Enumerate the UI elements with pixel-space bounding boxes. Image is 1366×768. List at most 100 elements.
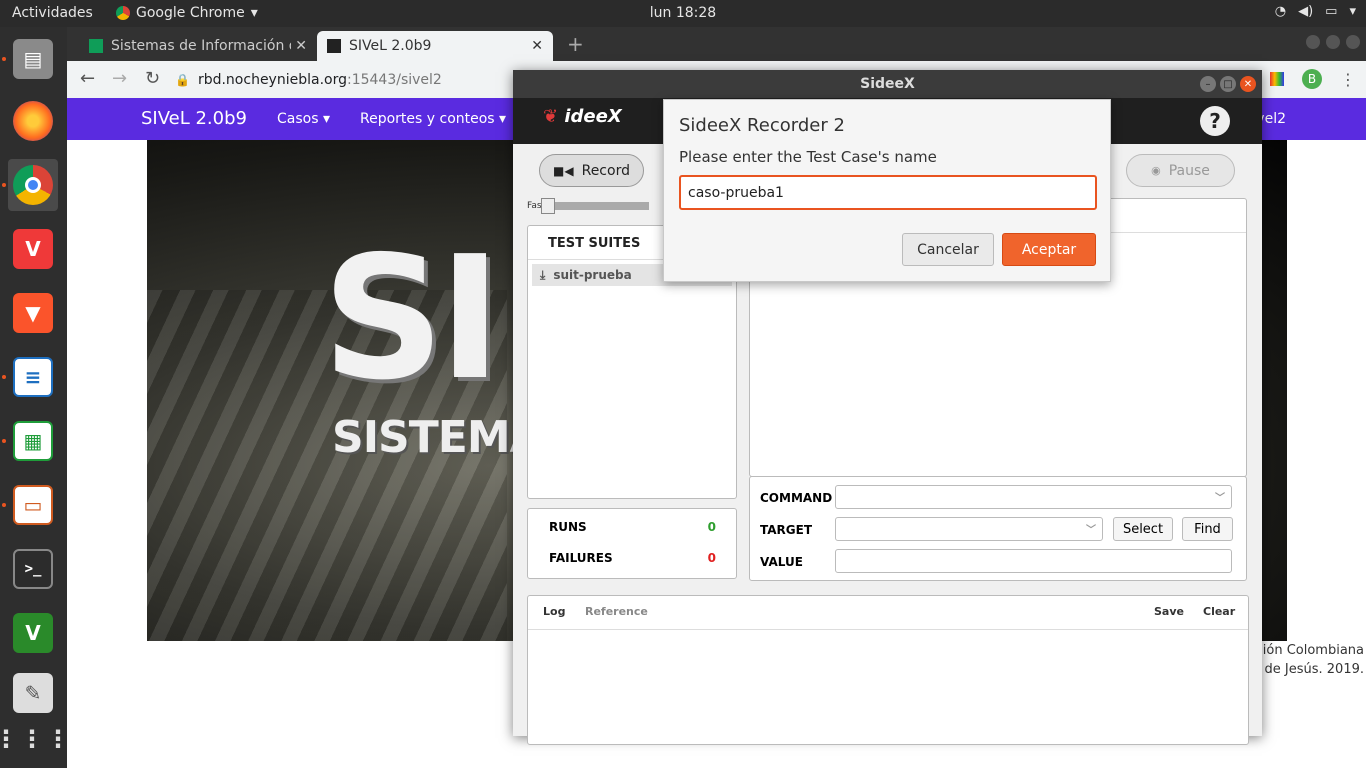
dock-files[interactable]: ▤ xyxy=(8,33,58,85)
profile-avatar[interactable]: B xyxy=(1302,69,1322,89)
close-window-icon[interactable]: ✕ xyxy=(1240,76,1256,92)
chevron-down-icon: ▾ xyxy=(1349,4,1356,19)
speed-track xyxy=(541,198,650,214)
dock-firefox[interactable] xyxy=(8,95,58,147)
app-menu[interactable]: Google Chrome ▾ xyxy=(116,5,258,21)
sheet-favicon-icon xyxy=(89,39,103,53)
maximize-icon[interactable]: □ xyxy=(1220,76,1236,92)
accept-button[interactable]: Aceptar xyxy=(1002,233,1096,266)
dock-calc[interactable]: ▦ xyxy=(8,415,58,467)
record-button[interactable]: ■◀ Record xyxy=(539,154,644,187)
command-label: COMMAND xyxy=(760,491,833,505)
sideex-title: SideeX xyxy=(860,76,915,92)
save-log-button[interactable]: Save xyxy=(1154,605,1184,618)
find-button[interactable]: Find xyxy=(1182,517,1233,541)
select-button[interactable]: Select xyxy=(1113,517,1173,541)
vivaldi-icon: V xyxy=(13,229,53,269)
maximize-icon[interactable] xyxy=(1326,35,1340,49)
system-tray[interactable]: ◔ ◀) ▭ ▾ xyxy=(1275,4,1356,19)
nav-reportes-label: Reportes y conteos xyxy=(360,111,495,127)
speed-knob[interactable] xyxy=(541,198,556,214)
speed-slider[interactable]: Fast xyxy=(527,198,650,214)
minimize-icon[interactable]: – xyxy=(1200,76,1216,92)
sideex-logo: ❦ ideeX xyxy=(543,106,622,127)
impress-icon: ▭ xyxy=(13,485,53,525)
dock-brave[interactable]: ▼ xyxy=(8,287,58,339)
command-panel: COMMAND ﹀ TARGET ﹀ Select Find VALUE xyxy=(749,476,1247,581)
url-host: rbd.nocheyniebla.org xyxy=(197,72,347,88)
activities-button[interactable]: Actividades xyxy=(12,5,93,21)
nav-casos-label: Casos xyxy=(277,111,319,127)
chrome-toolbar-right: B ⋮ xyxy=(1270,69,1356,89)
nav-casos[interactable]: Casos ▾ xyxy=(277,111,330,127)
reload-icon[interactable]: ↻ xyxy=(145,68,160,89)
app-grid-icon: ⋮⋮⋮ xyxy=(0,725,72,753)
target-select[interactable]: ﹀ xyxy=(835,517,1103,541)
new-tab-button[interactable]: + xyxy=(567,32,584,56)
nav-reportes[interactable]: Reportes y conteos ▾ xyxy=(360,111,506,127)
log-panel: Log Reference Save Clear xyxy=(527,595,1249,745)
help-button[interactable]: ? xyxy=(1200,106,1230,136)
command-select[interactable]: ﹀ xyxy=(835,485,1232,509)
kebab-menu-icon[interactable]: ⋮ xyxy=(1340,70,1356,89)
battery-icon: ▭ xyxy=(1325,4,1338,19)
pause-button[interactable]: ◉ Pause xyxy=(1126,154,1235,187)
running-indicator xyxy=(2,375,6,379)
running-indicator xyxy=(2,183,6,187)
test-case-name-input[interactable] xyxy=(679,175,1097,210)
extension-icon[interactable] xyxy=(1270,72,1284,86)
dock-vim[interactable]: V xyxy=(8,607,58,659)
sideex-window-controls: – □ ✕ xyxy=(1200,76,1256,92)
back-arrow-icon[interactable]: ← xyxy=(80,68,95,89)
value-input[interactable] xyxy=(835,549,1232,573)
site-brand[interactable]: SIVeL 2.0b9 xyxy=(141,108,247,129)
running-indicator xyxy=(2,439,6,443)
dock-terminal[interactable]: >_ xyxy=(8,543,58,595)
dock-chrome[interactable] xyxy=(8,159,58,211)
calc-icon: ▦ xyxy=(13,421,53,461)
cancel-button[interactable]: Cancelar xyxy=(902,233,994,266)
dock-text-editor[interactable]: ✎ xyxy=(8,667,58,719)
dock-writer[interactable]: ≡ xyxy=(8,351,58,403)
running-indicator xyxy=(2,57,6,61)
tab-sivel[interactable]: SIVeL 2.0b9 ✕ xyxy=(317,31,553,61)
dock-vivaldi[interactable]: V xyxy=(8,223,58,275)
runs-label: RUNS xyxy=(549,520,587,534)
pause-label: Pause xyxy=(1168,162,1210,179)
writer-icon: ≡ xyxy=(13,357,53,397)
minimize-icon[interactable] xyxy=(1306,35,1320,49)
dock-impress[interactable]: ▭ xyxy=(8,479,58,531)
tab-title: SIVeL 2.0b9 xyxy=(349,38,432,54)
failures-label: FAILURES xyxy=(549,551,613,565)
reference-tab[interactable]: Reference xyxy=(585,605,648,618)
address-bar[interactable]: 🔒 rbd.nocheyniebla.org:15443/sivel2 xyxy=(175,66,442,94)
close-tab-icon[interactable]: ✕ xyxy=(531,38,543,54)
clear-log-button[interactable]: Clear xyxy=(1203,605,1235,618)
sideex-titlebar[interactable]: SideeX xyxy=(513,70,1262,98)
close-tab-icon[interactable]: ✕ xyxy=(295,38,307,54)
dialog-title: SideeX Recorder 2 xyxy=(679,115,845,136)
clock[interactable]: lun 18:28 xyxy=(650,5,716,21)
record-label: Record xyxy=(581,162,630,179)
tab-sistemas[interactable]: Sistemas de Información d ✕ xyxy=(79,31,317,61)
lock-icon: 🔒 xyxy=(175,73,190,87)
dock-show-apps[interactable]: ⋮⋮⋮ xyxy=(0,713,72,765)
wifi-icon: ◔ xyxy=(1274,4,1287,19)
text-editor-icon: ✎ xyxy=(13,673,53,713)
failures-count: 0 xyxy=(707,551,716,565)
target-label: TARGET xyxy=(760,523,813,537)
files-icon: ▤ xyxy=(13,39,53,79)
download-icon: ⤓ xyxy=(540,268,546,282)
runs-panel: RUNS 0 FAILURES 0 xyxy=(527,508,737,579)
suite-name: suit-prueba xyxy=(553,268,632,282)
pause-icon: ◉ xyxy=(1151,164,1161,177)
vim-icon: V xyxy=(13,613,53,653)
test-case-name-dialog: SideeX Recorder 2 Please enter the Test … xyxy=(663,99,1111,282)
forward-arrow-icon[interactable]: → xyxy=(112,68,127,89)
chrome-tabstrip: Sistemas de Información d ✕ SIVeL 2.0b9 … xyxy=(67,27,1366,61)
close-window-icon[interactable] xyxy=(1346,35,1360,49)
running-indicator xyxy=(2,503,6,507)
log-tab[interactable]: Log xyxy=(543,605,565,618)
credit-line-1: ción Colombiana xyxy=(1255,643,1364,658)
terminal-icon: >_ xyxy=(13,549,53,589)
